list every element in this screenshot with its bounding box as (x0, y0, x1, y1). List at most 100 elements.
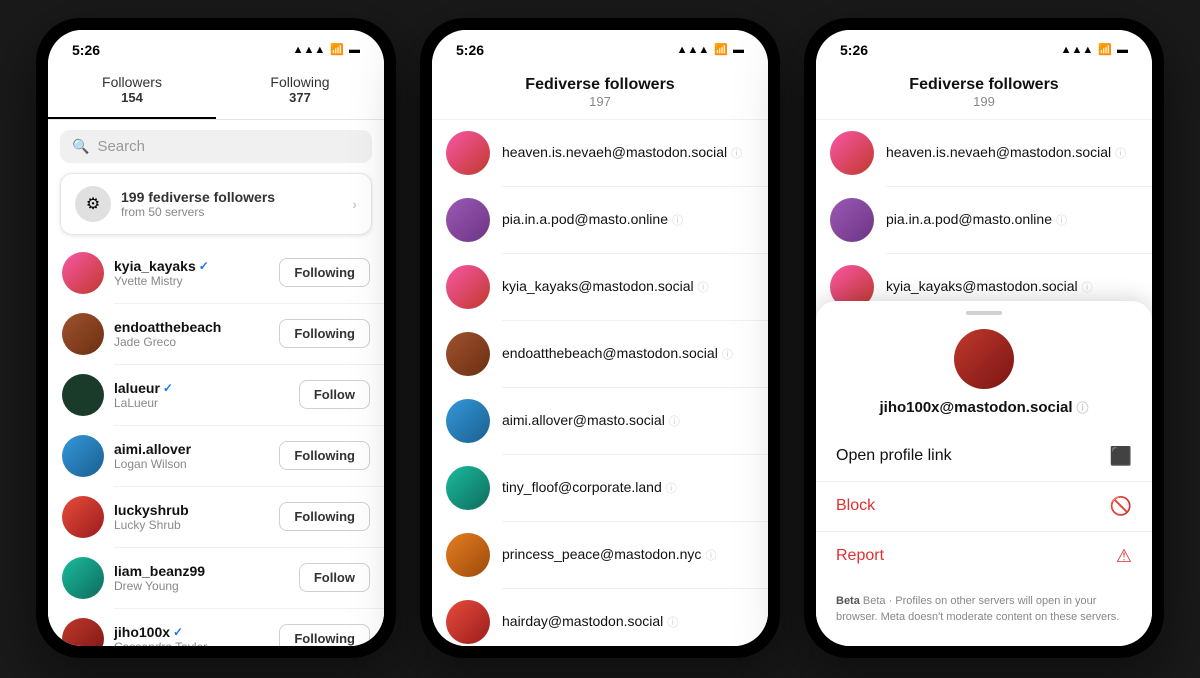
username: luckyshrub (114, 502, 269, 518)
wifi-icon: 📶 (330, 43, 344, 56)
search-icon: 🔍 (72, 138, 89, 155)
fedi-avatar (446, 198, 490, 242)
info-icon: ⓘ (705, 550, 716, 562)
username: lalueur✓ (114, 380, 289, 396)
fedi-list-item[interactable]: endoatthebeach@mastodon.socialⓘ (432, 321, 768, 388)
fedi-username: heaven.is.nevaeh@mastodon.socialⓘ (502, 144, 742, 161)
page-header-2: Fediverse followers 197 (432, 62, 768, 120)
status-icons-1: ▲▲▲ 📶 ▬ (293, 43, 360, 56)
phone-2: 5:26 ▲▲▲ 📶 ▬ Fediverse followers 197 hea… (420, 18, 780, 658)
status-bar-1: 5:26 ▲▲▲ 📶 ▬ (48, 30, 384, 62)
fedi-list-item-3[interactable]: pia.in.a.pod@masto.onlineⓘ (816, 187, 1152, 254)
follower-item: kyia_kayaks✓ Yvette Mistry Following (48, 243, 384, 304)
fedi-username: hairday@mastodon.socialⓘ (502, 613, 678, 630)
fedi-username-3: kyia_kayaks@mastodon.socialⓘ (886, 278, 1093, 295)
status-bar-3: 5:26 ▲▲▲ 📶 ▬ (816, 30, 1152, 62)
search-box[interactable]: 🔍 Search (60, 130, 372, 163)
time-3: 5:26 (840, 42, 868, 58)
fedi-username: kyia_kayaks@mastodon.socialⓘ (502, 278, 709, 295)
tab-followers[interactable]: Followers 154 (48, 62, 216, 119)
follower-item: luckyshrub Lucky Shrub Following (48, 487, 384, 548)
fedi-username: endoatthebeach@mastodon.socialⓘ (502, 345, 733, 362)
fedi-list-item[interactable]: aimi.allover@masto.socialⓘ (432, 388, 768, 455)
tab-following-label: Following (224, 74, 376, 90)
block-icon: 🚫 (1110, 496, 1132, 517)
follow-button[interactable]: Following (279, 258, 370, 287)
tabs-header: Followers 154 Following 377 (48, 62, 384, 120)
follow-button[interactable]: Following (279, 319, 370, 348)
report-icon: ⚠ (1116, 546, 1132, 567)
fedi-list-item[interactable]: hairday@mastodon.socialⓘ (432, 589, 768, 646)
open-profile-label: Open profile link (836, 447, 1110, 465)
signal-icon: ▲▲▲ (293, 44, 326, 56)
open-profile-action[interactable]: Open profile link ⬛ (816, 432, 1152, 482)
battery-icon: ▬ (349, 44, 360, 56)
info-icon: ⓘ (722, 349, 733, 361)
follower-item: jiho100x✓ Cassandra Taylor Following (48, 609, 384, 646)
battery-icon-3: ▬ (1117, 44, 1128, 56)
time-2: 5:26 (456, 42, 484, 58)
fedi-list-item[interactable]: princess_peace@mastodon.nycⓘ (432, 522, 768, 589)
report-label: Report (836, 547, 1116, 565)
display-name: LaLueur (114, 396, 289, 410)
battery-icon-2: ▬ (733, 44, 744, 56)
follower-item: liam_beanz99 Drew Young Follow (48, 548, 384, 609)
report-action[interactable]: Report ⚠ (816, 532, 1152, 581)
info-icon: ⓘ (667, 617, 678, 629)
fedi-username: pia.in.a.pod@masto.onlineⓘ (502, 211, 683, 228)
display-name: Jade Greco (114, 335, 269, 349)
avatar (62, 557, 104, 599)
followers-list: kyia_kayaks✓ Yvette Mistry Following end… (48, 243, 384, 646)
fedi-list-item[interactable]: tiny_floof@corporate.landⓘ (432, 455, 768, 522)
fedi-list-item-3[interactable]: heaven.is.nevaeh@mastodon.socialⓘ (816, 120, 1152, 187)
avatar (62, 496, 104, 538)
fediverse-banner[interactable]: ⚙ 199 fediverse followers from 50 server… (60, 173, 372, 235)
fedi-text: 199 fediverse followers from 50 servers (121, 189, 342, 219)
info-icon: ⓘ (666, 483, 677, 495)
bottom-sheet: jiho100x@mastodon.social ⓘ Open profile … (816, 301, 1152, 646)
avatar (62, 252, 104, 294)
fedi-avatar (446, 600, 490, 644)
phone2-content: Fediverse followers 197 heaven.is.nevaeh… (432, 62, 768, 646)
signal-icon-2: ▲▲▲ (677, 44, 710, 56)
phone-1: 5:26 ▲▲▲ 📶 ▬ Followers 154 Following 377 (36, 18, 396, 658)
status-icons-3: ▲▲▲ 📶 ▬ (1061, 43, 1128, 56)
follow-button[interactable]: Following (279, 441, 370, 470)
block-action[interactable]: Block 🚫 (816, 482, 1152, 532)
avatar (62, 313, 104, 355)
fedi-username: princess_peace@mastodon.nycⓘ (502, 546, 716, 563)
page-title-3: Fediverse followers (828, 76, 1140, 94)
sheet-avatar (954, 329, 1014, 389)
display-name: Yvette Mistry (114, 274, 269, 288)
fedi-icon: ⚙ (75, 186, 111, 222)
tab-following[interactable]: Following 377 (216, 62, 384, 119)
follow-button[interactable]: Following (279, 502, 370, 531)
display-name: Cassandra Taylor (114, 640, 269, 646)
fedi-list-item[interactable]: pia.in.a.pod@masto.onlineⓘ (432, 187, 768, 254)
username: jiho100x✓ (114, 624, 269, 640)
display-name: Logan Wilson (114, 457, 269, 471)
fedi-sub: from 50 servers (121, 205, 342, 219)
follow-button[interactable]: Following (279, 624, 370, 646)
user-info: luckyshrub Lucky Shrub (114, 502, 269, 532)
fedi-avatar (446, 533, 490, 577)
fedi-list-item[interactable]: heaven.is.nevaeh@mastodon.socialⓘ (432, 120, 768, 187)
fedi-username-3: pia.in.a.pod@masto.onlineⓘ (886, 211, 1067, 228)
phone1-content: Followers 154 Following 377 🔍 Search ⚙ 1… (48, 62, 384, 646)
follower-item: aimi.allover Logan Wilson Following (48, 426, 384, 487)
follow-button[interactable]: Follow (299, 380, 370, 409)
fedi-avatar (446, 131, 490, 175)
follower-item: lalueur✓ LaLueur Follow (48, 365, 384, 426)
username: endoatthebeach (114, 319, 269, 335)
fediverse-list-2: heaven.is.nevaeh@mastodon.socialⓘ pia.in… (432, 120, 768, 646)
follow-button[interactable]: Follow (299, 563, 370, 592)
username: aimi.allover (114, 441, 269, 457)
chevron-icon: › (352, 196, 357, 212)
user-info: endoatthebeach Jade Greco (114, 319, 269, 349)
wifi-icon-3: 📶 (1098, 43, 1112, 56)
fedi-list-item[interactable]: kyia_kayaks@mastodon.socialⓘ (432, 254, 768, 321)
info-icon: ⓘ (672, 215, 683, 227)
sheet-handle (966, 311, 1002, 315)
user-info: liam_beanz99 Drew Young (114, 563, 289, 593)
user-info: kyia_kayaks✓ Yvette Mistry (114, 258, 269, 288)
